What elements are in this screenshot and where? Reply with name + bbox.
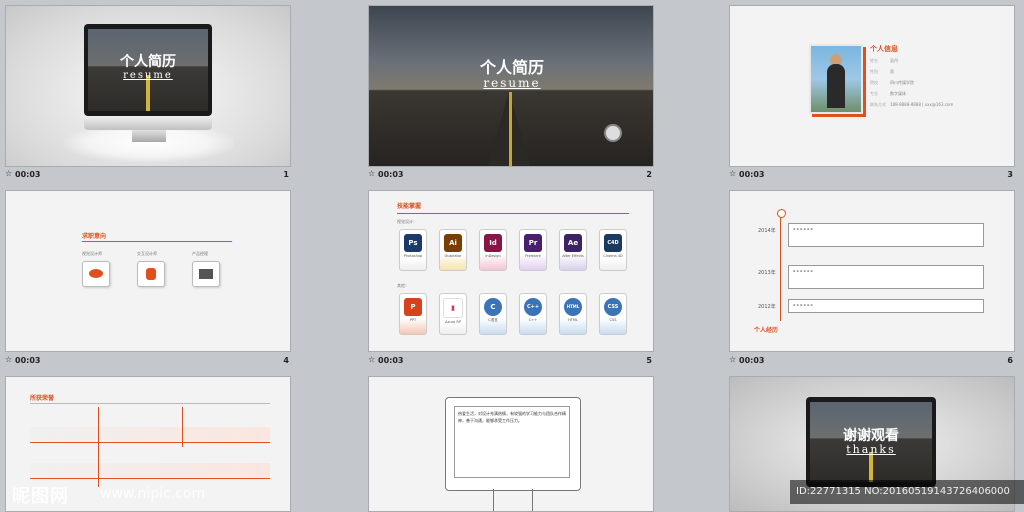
- hand-icon: [137, 261, 165, 287]
- slide-thumbnail-5[interactable]: 技能掌握 视觉设计： Ps Photoshop Ai Illustrator Id I…: [368, 190, 654, 352]
- slide-meta-1: ☆ 00:03 1: [5, 169, 289, 179]
- software-tile: P PPT: [399, 293, 427, 335]
- slide-meta-6: ☆ 00:03 6: [729, 355, 1013, 365]
- slide-thumbnail-2[interactable]: 个人简历 resume: [368, 5, 654, 167]
- slide-thumbnail-6[interactable]: 2014年 ▪ ▪ ▪ ▪ ▪ ▪ 2013年 ▪ ▪ ▪ ▪ ▪ ▪ 2012…: [729, 190, 1015, 352]
- software-tile: HTML HTML: [559, 293, 587, 335]
- image-id-label: ID:22771315 NO:20160519143726406000: [790, 480, 1024, 504]
- monitor-stand: [132, 130, 166, 142]
- section-title: 技能掌握: [397, 203, 422, 210]
- eye-icon: [82, 261, 110, 287]
- software-tile: Ae After Effects: [559, 229, 587, 271]
- transition-icon: ☆: [368, 355, 376, 364]
- section-title: 所获荣誉: [30, 395, 55, 402]
- slide-title: 谢谢观看: [843, 428, 899, 444]
- software-tile: C++ C++: [519, 293, 547, 335]
- slide-title: 个人简历: [479, 58, 544, 77]
- honor-row: [30, 463, 270, 477]
- slide-meta-3: ☆ 00:03 3: [729, 169, 1013, 179]
- section-title: 个人经历: [754, 327, 779, 334]
- slide-meta-2: ☆ 00:03 2: [368, 169, 652, 179]
- transition-icon: ☆: [729, 355, 737, 364]
- slide-thumbnail-3[interactable]: 个人信息 姓名 吴丹 性别男 院校 四川传媒学院 专业 数字媒体 联系方式 188-88…: [729, 5, 1015, 167]
- transition-icon: ☆: [5, 355, 13, 364]
- software-tile: Pr Premiere: [519, 229, 547, 271]
- slide-meta-5: ☆ 00:03 5: [368, 355, 652, 365]
- watermark-logo: 昵图网: [12, 486, 69, 507]
- section-title: 求职意向: [82, 233, 107, 240]
- monitor-base: [84, 116, 212, 130]
- intro-text: 热爱生活，对设计充满热情，有较强的学习能力与团队合作精神，善于沟通，能够承受工作…: [454, 406, 570, 478]
- software-tile: Ai Illustrator: [439, 229, 467, 271]
- timeline-card: ▪ ▪ ▪ ▪ ▪ ▪: [788, 299, 984, 313]
- slide-subtitle: thanks: [846, 443, 896, 456]
- software-tile: ▮ Axure RP: [439, 293, 467, 335]
- transition-icon: ☆: [368, 169, 376, 178]
- monitor-outline: 热爱生活，对设计充满热情，有较强的学习能力与团队合作精神，善于沟通，能够承受工作…: [445, 397, 581, 491]
- slide-thumbnail-8[interactable]: 热爱生活，对设计充满热情，有较强的学习能力与团队合作精神，善于沟通，能够承受工作…: [368, 376, 654, 512]
- slide-subtitle: resume: [483, 76, 541, 90]
- timeline-axis: [780, 213, 781, 321]
- transition-icon: ☆: [5, 169, 13, 178]
- timeline-dot: [777, 209, 786, 218]
- slide-thumbnail-4[interactable]: 求职意向 视觉设计师 交互设计师 产品经理: [5, 190, 291, 352]
- section-title: 个人信息: [870, 45, 898, 53]
- slide-subtitle: resume: [123, 70, 173, 81]
- slide-thumbnail-1[interactable]: 个人简历 resume: [5, 5, 291, 167]
- laptop-icon: [192, 261, 220, 287]
- slide-title: 个人简历: [120, 54, 176, 70]
- software-tile: Id InDesign: [479, 229, 507, 271]
- watermark-url: www.nipic.com: [100, 486, 206, 502]
- play-button[interactable]: [604, 124, 622, 142]
- timeline-card: ▪ ▪ ▪ ▪ ▪ ▪: [788, 265, 984, 289]
- transition-icon: ☆: [729, 169, 737, 178]
- software-tile: C4D Cinema 4D: [599, 229, 627, 271]
- honor-row: [30, 427, 270, 441]
- timeline-card: ▪ ▪ ▪ ▪ ▪ ▪: [788, 223, 984, 247]
- profile-photo: [809, 44, 863, 114]
- slide-meta-4: ☆ 00:03 4: [5, 355, 289, 365]
- software-tile: C C语言: [479, 293, 507, 335]
- software-tile: CSS CSS: [599, 293, 627, 335]
- software-tile: Ps Photoshop: [399, 229, 427, 271]
